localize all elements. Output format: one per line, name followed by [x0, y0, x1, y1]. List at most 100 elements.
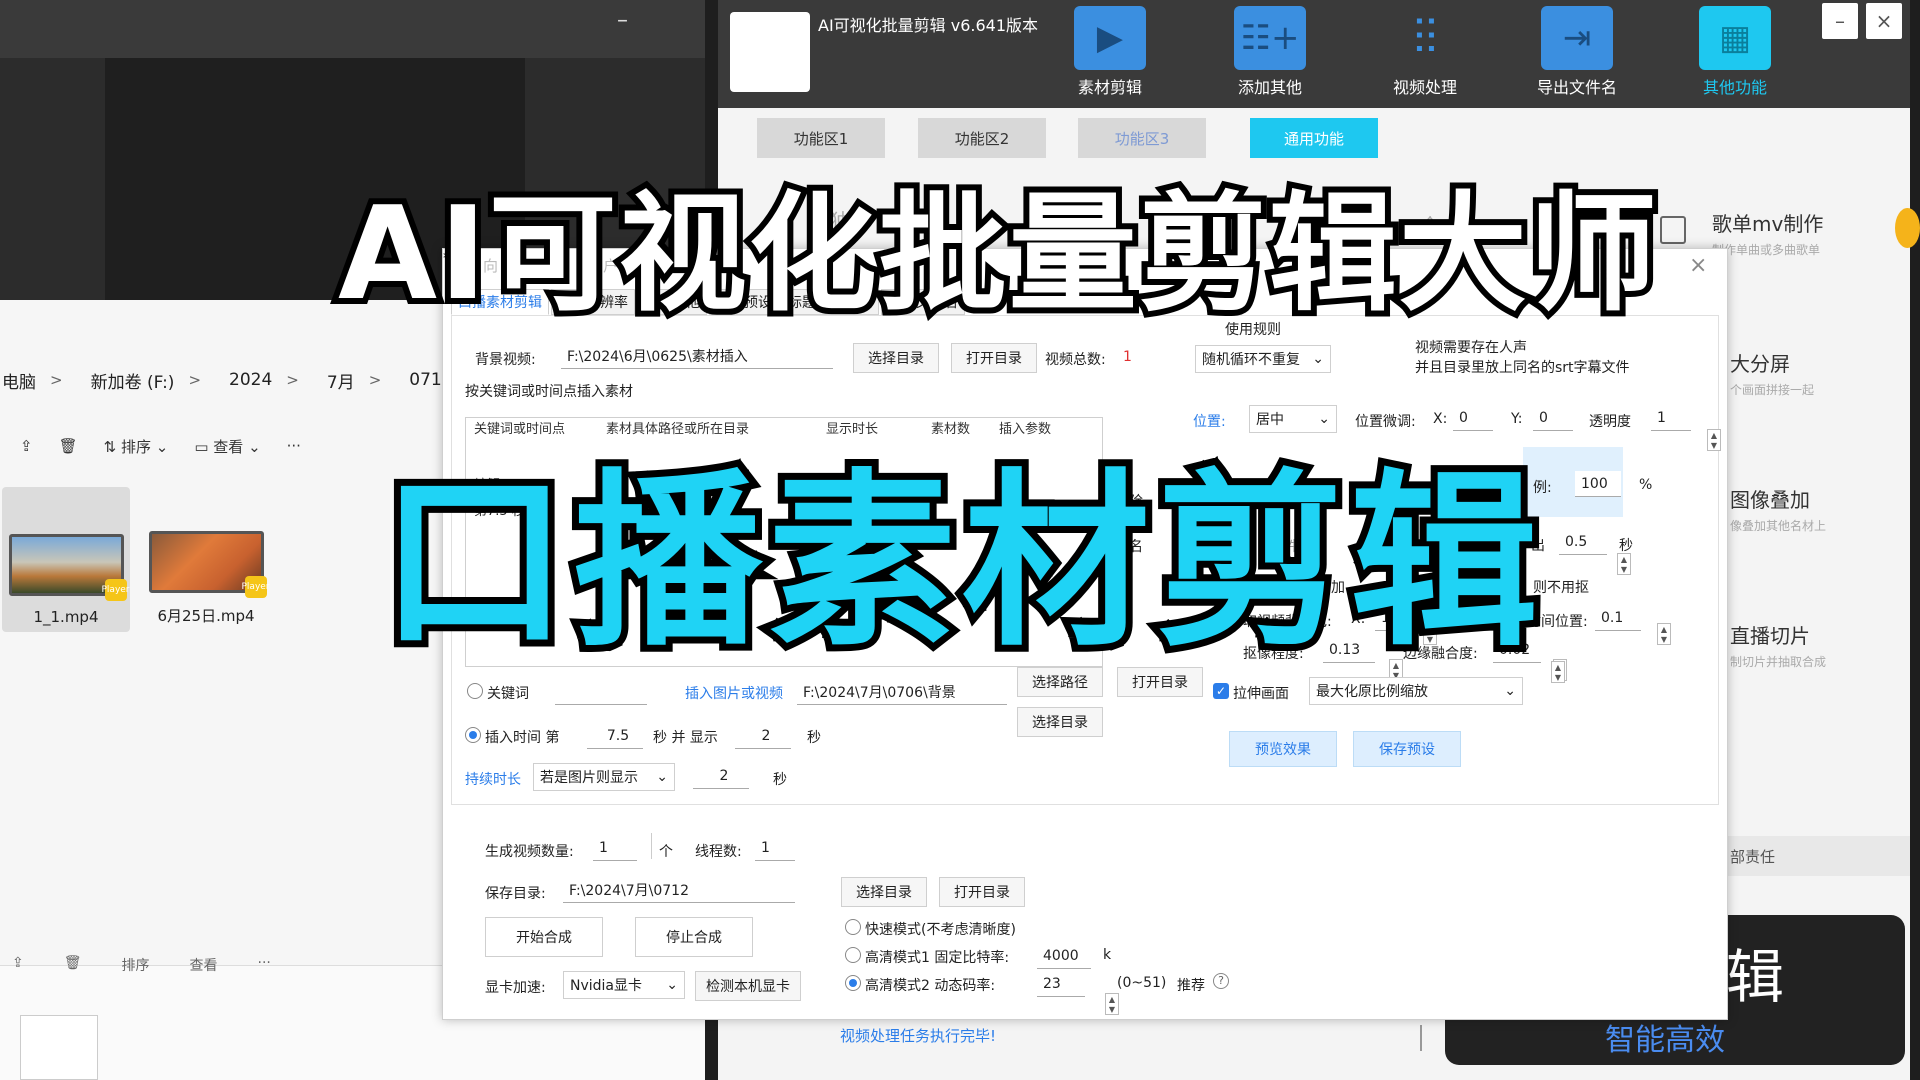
save-dir-label: 保存目录:: [485, 886, 546, 902]
keyword-field[interactable]: [555, 679, 647, 705]
open-dir-button[interactable]: 打开目录: [951, 343, 1037, 373]
save-preset-button[interactable]: 保存预设: [1353, 731, 1461, 767]
preview-button[interactable]: 预览效果: [1229, 731, 1337, 767]
gen-count-field[interactable]: 1: [593, 835, 637, 861]
tool-material-edit[interactable]: ▶ 素材剪辑: [1055, 6, 1165, 98]
delete-icon[interactable]: 🗑: [59, 437, 78, 455]
view-button[interactable]: 查看: [190, 955, 218, 981]
tool-other-functions[interactable]: ▦ 其他功能: [1680, 6, 1790, 98]
playlist-icon: [1660, 216, 1686, 244]
hd2-mode-radio[interactable]: [845, 975, 861, 991]
breadcrumb-item[interactable]: 7月: [327, 368, 355, 393]
gpu-value: Nvidia显卡: [570, 978, 643, 994]
time-pos-stepper[interactable]: ▲ ▼: [1657, 623, 1671, 645]
tool-video-process[interactable]: ⫶⫶ 视频处理: [1370, 6, 1480, 98]
fade-field[interactable]: 0.5: [1559, 529, 1607, 555]
choose-dir-button[interactable]: 选择目录: [1017, 707, 1103, 737]
insert-show-field[interactable]: 2: [735, 723, 791, 749]
sliders-icon: ⫶⫶: [1412, 9, 1437, 66]
more-button[interactable]: ···: [258, 955, 271, 981]
breadcrumb-item[interactable]: 电脑: [2, 368, 36, 393]
delete-icon[interactable]: 🗑: [64, 955, 82, 981]
tool-label: 添加其他: [1237, 78, 1302, 97]
srt-note: 并且目录里放上同名的srt字幕文件: [1415, 360, 1630, 376]
app-logo: [730, 12, 810, 92]
open-dir-button[interactable]: 打开目录: [939, 877, 1025, 907]
share-icon[interactable]: ⇪: [20, 437, 33, 455]
duration-mode-value: 若是图片则显示: [540, 770, 638, 786]
keyword-radio[interactable]: [467, 683, 483, 699]
video-total-value: 1: [1123, 349, 1132, 365]
stop-button[interactable]: 停止合成: [635, 917, 753, 957]
hd2-crf-field[interactable]: 23: [1037, 971, 1085, 997]
fade-stepper[interactable]: ▲ ▼: [1617, 553, 1631, 575]
duration-unit: 秒: [773, 772, 787, 788]
promo-subtitle: 智能高效: [1605, 1023, 1725, 1058]
sort-button[interactable]: ⇅ 排序 ⌄: [104, 436, 169, 457]
file-name: 6月25日.mp4: [157, 607, 255, 625]
opacity-field[interactable]: 1: [1651, 405, 1691, 431]
more-button[interactable]: ···: [287, 437, 301, 455]
breadcrumb-item[interactable]: 新加卷 (F:): [91, 368, 175, 393]
feature-title: 歌单mv制作: [1712, 212, 1824, 236]
chevron-right-icon: >: [188, 371, 202, 389]
minimize-icon[interactable]: –: [617, 8, 628, 33]
scale-field[interactable]: 100: [1575, 471, 1621, 497]
minimize-button[interactable]: –: [1822, 3, 1858, 39]
choose-dir-button[interactable]: 选择目录: [853, 343, 939, 373]
breadcrumb-item[interactable]: 2024: [229, 370, 272, 390]
hd2-mode-label: 高清模式2 动态码率:: [865, 978, 996, 994]
feature-title: 大分屏: [1730, 352, 1790, 376]
tool-add-other[interactable]: ☷+ 添加其他: [1215, 6, 1325, 98]
tool-export-filename[interactable]: ⇥ 导出文件名: [1522, 6, 1632, 98]
detect-gpu-button[interactable]: 检测本机显卡: [695, 971, 801, 1001]
duration-field[interactable]: 2: [693, 763, 749, 789]
sort-label: 排序: [120, 437, 151, 456]
bg-video-path-field[interactable]: F:\2024\6月\0625\素材插入: [561, 343, 833, 369]
tool-label: 素材剪辑: [1077, 78, 1142, 97]
insert-time-radio[interactable]: [465, 727, 481, 743]
opacity-stepper[interactable]: ▲ ▼: [1707, 429, 1721, 451]
insert-section-title: 按关键词或时间点插入素材: [465, 384, 633, 400]
stretch-checkbox[interactable]: ✓: [1213, 683, 1229, 699]
file-name: 1_1.mp4: [33, 608, 99, 626]
file-item[interactable]: Player 6月25日.mp4: [142, 487, 270, 632]
file-item[interactable]: Player 1_1.mp4: [2, 487, 130, 632]
sort-button[interactable]: 排序: [122, 955, 150, 981]
fast-mode-radio[interactable]: [845, 919, 861, 935]
insert-path-field[interactable]: F:\2024\7月\0706\背景: [797, 679, 1007, 705]
divider: [1420, 1025, 1422, 1051]
add-layout-icon: ☷+: [1234, 6, 1306, 70]
player-badge-icon: Player: [102, 579, 130, 601]
hd2-stepper[interactable]: ▲ ▼: [1105, 993, 1119, 1015]
feature-desc: 像叠加其他名材上: [1730, 519, 1827, 533]
stretch-stepper[interactable]: ▲ ▼: [1551, 661, 1565, 683]
close-icon[interactable]: ×: [1689, 253, 1707, 278]
threads-field[interactable]: 1: [755, 835, 795, 861]
grid-icon: ▦: [1699, 6, 1771, 70]
close-button[interactable]: ×: [1866, 3, 1902, 39]
stretch-mode-value: 最大化原比例缩放: [1316, 684, 1428, 700]
insert-time-field[interactable]: 7.5: [587, 723, 643, 749]
sun-mascot-icon: [1895, 208, 1920, 248]
hd1-mode-radio[interactable]: [845, 947, 861, 963]
tool-label: 其他功能: [1702, 78, 1767, 97]
time-pos-field[interactable]: 0.1: [1595, 605, 1641, 631]
bg-video-label: 背景视频:: [475, 352, 536, 368]
tool-label: 视频处理: [1392, 78, 1457, 97]
keyword-radio-label: 关键词: [487, 686, 529, 702]
gpu-select[interactable]: Nvidia显卡 ⌄: [563, 971, 685, 999]
choose-dir-button[interactable]: 选择目录: [841, 877, 927, 907]
usage-rule-value: 随机循环不重复: [1202, 352, 1300, 368]
hd1-bitrate-field[interactable]: 4000: [1037, 943, 1091, 969]
help-icon[interactable]: ?: [1213, 973, 1229, 989]
chevron-down-icon: ⌄: [1312, 351, 1324, 367]
document-icon[interactable]: [20, 1015, 98, 1080]
view-button[interactable]: ▭ 查看 ⌄: [194, 436, 260, 457]
duration-mode-select[interactable]: 若是图片则显示 ⌄: [533, 763, 675, 791]
save-dir-field[interactable]: F:\2024\7月\0712: [563, 877, 795, 903]
gen-count-label: 生成视频数量:: [485, 844, 574, 860]
start-button[interactable]: 开始合成: [485, 917, 603, 957]
share-icon[interactable]: ⇪: [12, 955, 24, 981]
usage-rule-select[interactable]: 随机循环不重复 ⌄: [1195, 345, 1331, 373]
